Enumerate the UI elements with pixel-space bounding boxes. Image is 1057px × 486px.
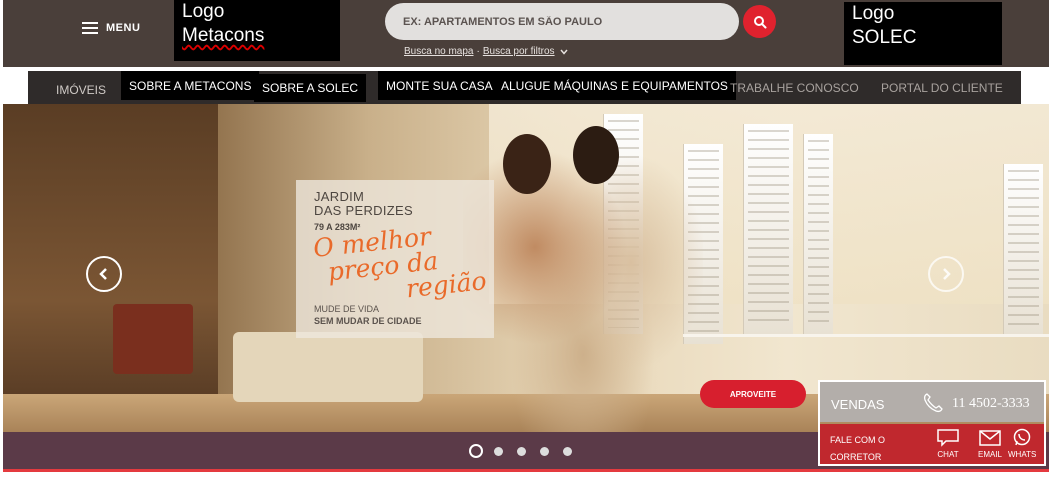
email-button[interactable]: EMAIL (978, 428, 1002, 459)
fale-line2: CORRETOR (830, 452, 882, 462)
promo-title: JARDIM DAS PERDIZES (314, 190, 413, 218)
logo-metacons-line2: Metacons (182, 25, 265, 46)
next-slide-button[interactable] (928, 256, 964, 292)
logo-metacons-line1: Logo (182, 1, 225, 22)
footer-divider (3, 469, 1049, 472)
chevron-down-icon[interactable] (559, 47, 568, 57)
nav-item-sobre-metacons[interactable]: SOBRE A METACONS (121, 71, 260, 100)
nav-item-monte-sua-casa[interactable]: MONTE SUA CASA (378, 71, 501, 100)
building-image (1003, 164, 1043, 334)
whatsapp-icon (1013, 428, 1031, 446)
promo-tagline-1: MUDE DE VIDA (314, 304, 380, 314)
promo-title-line1: JARDIM (314, 189, 365, 204)
sales-contact-bar: FALE COM O CORRETOR CHAT EMAIL WHATS (820, 424, 1044, 464)
menu-button[interactable]: MENU (82, 19, 140, 37)
menu-label: MENU (106, 22, 141, 34)
chair-image (113, 304, 193, 374)
link-separator: · (476, 46, 480, 57)
promo-slogan: O melhor preço da região (312, 218, 494, 311)
chevron-left-icon (99, 268, 107, 280)
nav-item-trabalhe-conosco[interactable]: TRABALHE CONOSCO (730, 71, 859, 104)
balcony-rail (683, 334, 1049, 337)
chevron-right-icon (943, 268, 951, 280)
search-button[interactable] (743, 5, 776, 38)
nav-item-imoveis[interactable]: IMÓVEIS (56, 73, 106, 106)
prev-slide-button[interactable] (86, 256, 122, 292)
slide-dot-2[interactable] (494, 447, 503, 456)
chat-label: CHAT (937, 450, 959, 459)
hamburger-icon (82, 22, 98, 34)
promo-title-line2: DAS PERDIZES (314, 203, 413, 218)
fale-line1: FALE COM O (830, 435, 886, 445)
nav-item-sobre-solec[interactable]: SOBRE A SOLEC (254, 74, 367, 102)
sales-phone-number[interactable]: 11 4502-3333 (952, 396, 1030, 412)
search-bar (385, 3, 739, 40)
chat-button[interactable]: CHAT (936, 428, 960, 459)
sales-label: VENDAS (831, 397, 885, 412)
logo-metacons[interactable]: Logo Metacons (174, 0, 340, 61)
filter-search-link[interactable]: Busca por filtros (483, 46, 555, 57)
sofa-image (233, 332, 423, 402)
nav-item-portal-cliente[interactable]: PORTAL DO CLIENTE (881, 71, 1003, 104)
woman-head-image (503, 134, 551, 194)
logo-solec-line2: SOLEC (852, 27, 917, 48)
slide-dot-5[interactable] (563, 447, 572, 456)
slide-dot-4[interactable] (540, 447, 549, 456)
logo-solec-line1: Logo (852, 3, 895, 24)
slide-dot-1[interactable] (469, 444, 483, 458)
search-input[interactable] (403, 13, 723, 31)
man-head-image (573, 126, 619, 184)
logo-solec[interactable]: Logo SOLEC (844, 2, 1002, 65)
fale-corretor-link[interactable]: FALE COM O CORRETOR (830, 432, 900, 466)
nav-item-alugue-maquinas[interactable]: ALUGUE MÁQUINAS E EQUIPAMENTOS (493, 71, 736, 100)
chat-icon (937, 429, 959, 447)
building-image (743, 124, 793, 334)
phone-icon (922, 392, 944, 419)
email-icon (979, 430, 1001, 446)
whatsapp-button[interactable]: WHATS (1008, 428, 1036, 459)
search-icon (753, 15, 766, 28)
sales-phone-bar[interactable]: VENDAS 11 4502-3333 (820, 382, 1044, 422)
slide-dot-3[interactable] (517, 447, 526, 456)
building-image (803, 134, 833, 334)
promo-tagline-2: SEM MUDAR DE CIDADE (314, 316, 422, 326)
sales-widget: VENDAS 11 4502-3333 FALE COM O CORRETOR … (818, 380, 1046, 466)
aproveite-button[interactable]: APROVEITE (700, 380, 806, 408)
search-links: Busca no mapa · Busca por filtros (404, 46, 568, 57)
whatsapp-label: WHATS (1008, 450, 1037, 459)
map-search-link[interactable]: Busca no mapa (404, 46, 474, 57)
email-label: EMAIL (978, 450, 1003, 459)
